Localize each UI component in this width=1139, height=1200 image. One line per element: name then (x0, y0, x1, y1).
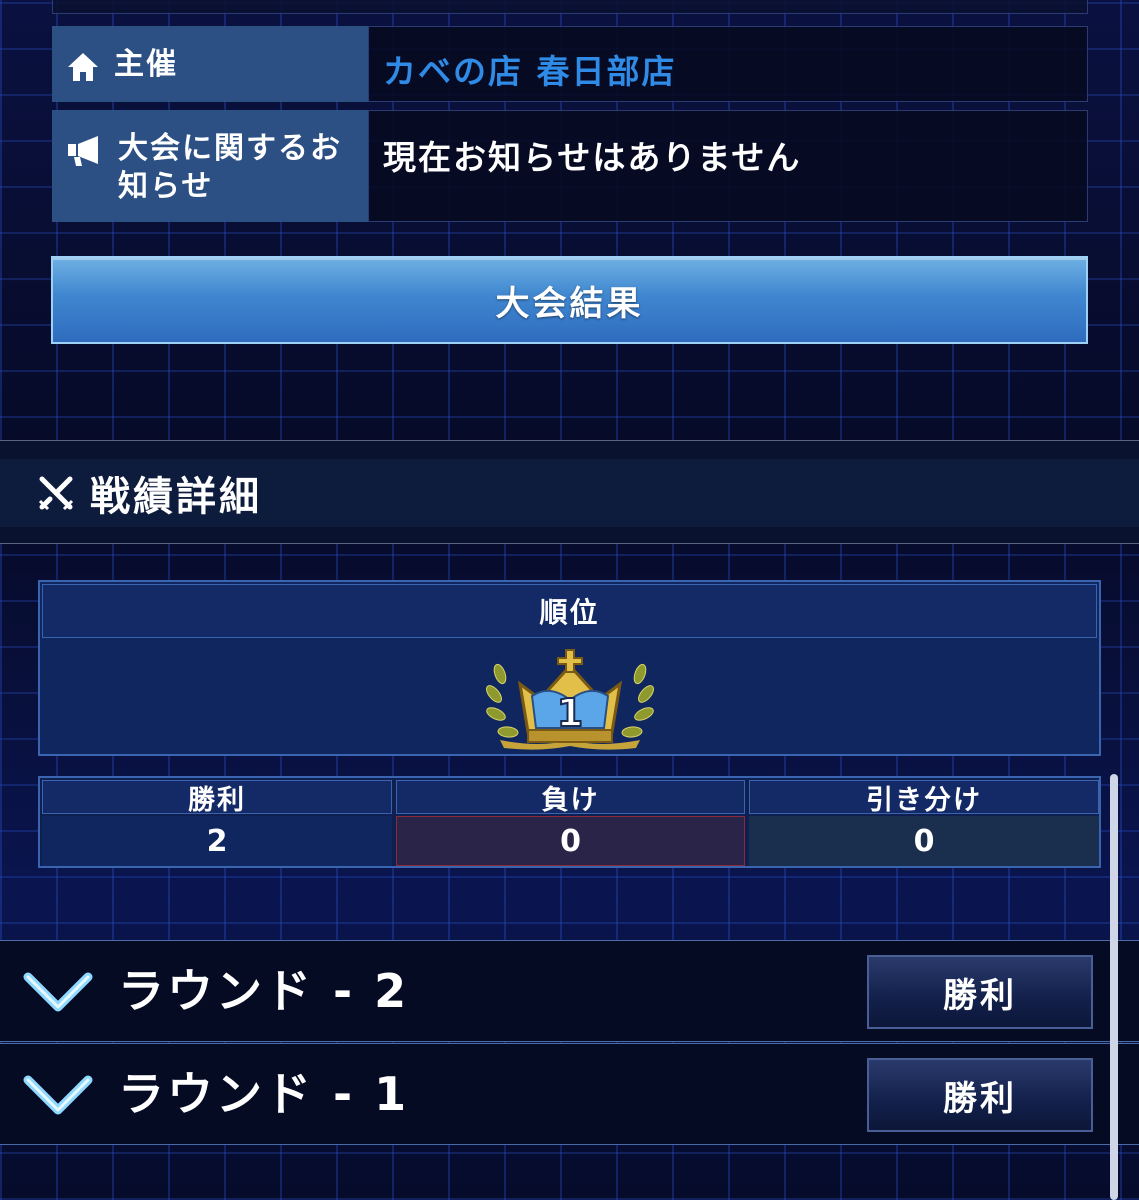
tournament-result-button[interactable]: 大会結果 (51, 256, 1088, 344)
notice-label-panel: 大会に関するお知らせ (52, 110, 368, 222)
scrollbar[interactable] (1110, 774, 1118, 1200)
chevron-down-icon[interactable] (22, 1072, 94, 1118)
stat-value-losses: 0 (396, 816, 745, 866)
megaphone-icon (68, 136, 98, 166)
round-row[interactable]: ラウンド - 2 勝利 (0, 940, 1139, 1042)
round-label: ラウンド - 1 (118, 1067, 410, 1121)
notice-label: 大会に関するお知らせ (118, 131, 342, 204)
rank-header: 順位 (42, 584, 1097, 638)
rank-number: 1 (557, 691, 583, 735)
record-detail-header-inner: 戦績詳細 (0, 459, 1139, 527)
organizer-label: 主催 (114, 47, 178, 82)
home-icon (68, 53, 98, 81)
previous-row-edge (52, 0, 1088, 14)
round-row[interactable]: ラウンド - 1 勝利 (0, 1043, 1139, 1145)
organizer-link[interactable]: カベの店 春日部店 (368, 26, 1088, 102)
round-result-badge[interactable]: 勝利 (867, 955, 1093, 1029)
stat-header-draws: 引き分け (749, 780, 1099, 816)
round-result-badge[interactable]: 勝利 (867, 1058, 1093, 1132)
notice-text: 現在お知らせはありません (368, 110, 1088, 222)
stat-header-losses: 負け (396, 780, 745, 816)
stat-value-draws: 0 (749, 816, 1099, 866)
chevron-down-icon[interactable] (22, 969, 94, 1015)
record-detail-header: 戦績詳細 (0, 440, 1139, 544)
crown-laurel-icon: 1 (486, 649, 654, 750)
notice-row: 大会に関するお知らせ 現在お知らせはありません (52, 110, 1088, 222)
section-title: 戦績詳細 (90, 474, 262, 520)
round-label: ラウンド - 2 (118, 964, 410, 1018)
stats-table: 勝利 負け 引き分け 2 0 0 (38, 776, 1101, 868)
stat-value-wins: 2 (42, 816, 392, 866)
tournament-detail-screen: 主催 カベの店 春日部店 大会に関するお知らせ 現在お知らせはありません 大会結… (0, 0, 1139, 1200)
stat-header-wins: 勝利 (42, 780, 392, 816)
rank-box: 順位 1 (38, 580, 1101, 756)
organizer-label-panel: 主催 (52, 26, 368, 102)
swords-icon (38, 476, 74, 511)
organizer-row: 主催 カベの店 春日部店 (52, 26, 1088, 102)
